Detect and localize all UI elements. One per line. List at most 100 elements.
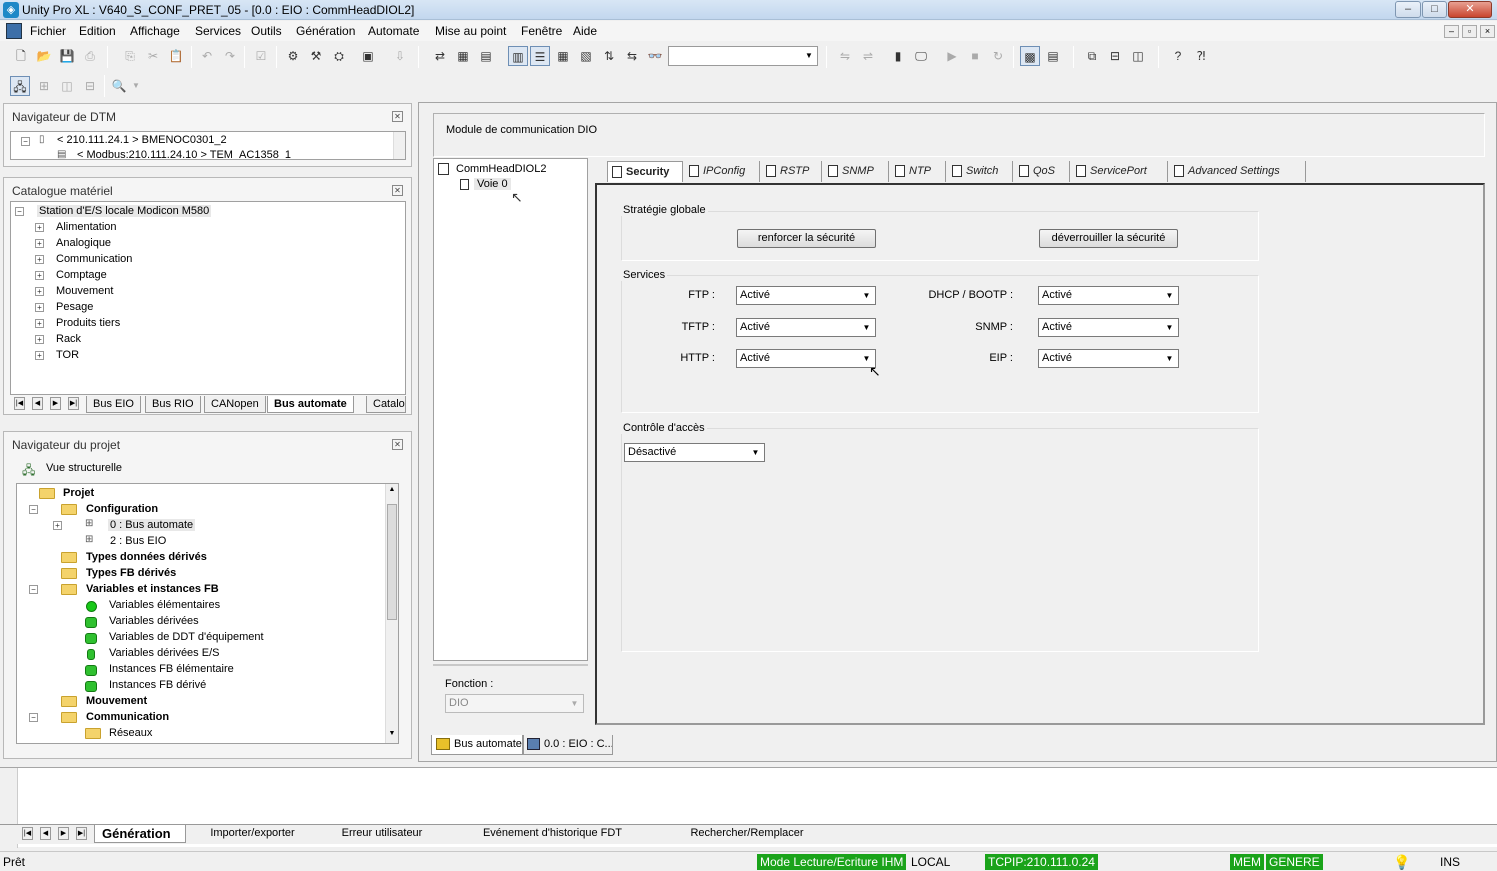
tree-variables[interactable]: Variables et instances FB: [86, 583, 219, 595]
tab-security[interactable]: Security: [607, 161, 683, 182]
monitor-icon[interactable]: 🖵: [911, 46, 931, 66]
run-icon[interactable]: ▶: [942, 46, 962, 66]
next-tab-icon[interactable]: ▶: [50, 397, 61, 410]
tab-switch[interactable]: Switch: [948, 161, 1013, 182]
catalog-root[interactable]: Station d'E/S locale Modicon M580: [37, 205, 212, 217]
last-tab-icon[interactable]: ▶|: [76, 827, 87, 840]
tree-projet[interactable]: Projet: [63, 487, 94, 499]
access-control-select[interactable]: Désactivé ▼: [624, 443, 765, 462]
ftp-select[interactable]: Activé ▼: [736, 286, 876, 305]
menu-services[interactable]: Services: [195, 24, 241, 38]
module-tree-root[interactable]: CommHeadDIOL2: [456, 163, 546, 175]
collapse-icon[interactable]: −: [21, 137, 30, 146]
tree-var-elem[interactable]: Variables élémentaires: [109, 599, 220, 611]
tree-inst-elem[interactable]: Instances FB élémentaire: [109, 663, 234, 675]
tab-rstp[interactable]: RSTP: [762, 161, 822, 182]
expand-icon[interactable]: +: [35, 239, 44, 248]
print-icon[interactable]: ⎙: [80, 46, 100, 66]
bus-icon[interactable]: ▤: [476, 46, 496, 66]
screen-icon[interactable]: ▣: [358, 46, 378, 66]
export-icon[interactable]: ⇩: [390, 46, 410, 66]
maximize-button[interactable]: □: [1422, 1, 1447, 18]
collapse-icon[interactable]: −: [15, 207, 24, 216]
help-icon[interactable]: ?: [1168, 46, 1188, 66]
init-icon[interactable]: ↻: [988, 46, 1008, 66]
tree-configuration[interactable]: Configuration: [86, 503, 158, 515]
validate-icon[interactable]: ☑: [251, 46, 271, 66]
output-tab-import-export[interactable]: Importer/exporter: [190, 827, 315, 839]
save-icon[interactable]: 💾: [57, 46, 77, 66]
window-tab-bus-automate[interactable]: Bus automate: [431, 735, 523, 755]
next-tab-icon[interactable]: ▶: [58, 827, 69, 840]
catalog-item[interactable]: TOR: [56, 349, 79, 361]
snmp-select[interactable]: Activé ▼: [1038, 318, 1179, 337]
context-help-icon[interactable]: ⁈: [1191, 46, 1211, 66]
output-tab-fdt-history[interactable]: Evénement d'historique FDT: [450, 827, 655, 839]
mdi-minimize-button[interactable]: –: [1444, 25, 1459, 38]
split-icon[interactable]: ◫: [57, 76, 77, 96]
tab-catalog[interactable]: Catalo: [366, 396, 406, 413]
expand-icon[interactable]: +: [35, 287, 44, 296]
collapse-icon[interactable]: −: [29, 505, 38, 514]
menu-fichier[interactable]: Fichier: [30, 24, 66, 38]
zoom-dropdown-icon[interactable]: ▼: [129, 76, 143, 96]
catalog-item[interactable]: Analogique: [56, 237, 111, 249]
tab-snmp[interactable]: SNMP: [824, 161, 889, 182]
grid-icon[interactable]: ▦: [453, 46, 473, 66]
tab-ntp[interactable]: NTP: [891, 161, 946, 182]
mdi-close-button[interactable]: ×: [1480, 25, 1495, 38]
project-tree-scrollbar[interactable]: ▲ ▼: [385, 484, 398, 743]
reinforce-security-button[interactable]: renforcer la sécurité: [737, 229, 876, 248]
tab-bus-automate[interactable]: Bus automate: [267, 396, 354, 413]
connect-icon[interactable]: ⇋: [835, 46, 855, 66]
unlock-security-button[interactable]: déverrouiller la sécurité: [1039, 229, 1178, 248]
catalog-item[interactable]: Communication: [56, 253, 132, 265]
close-panel-icon[interactable]: ✕: [392, 111, 403, 122]
rows-icon[interactable]: ⊟: [80, 76, 100, 96]
expand-icon[interactable]: +: [35, 271, 44, 280]
build-icon[interactable]: ⚒: [306, 46, 326, 66]
menu-generation[interactable]: Génération: [296, 24, 355, 38]
goto-icon[interactable]: ⇆: [622, 46, 642, 66]
first-tab-icon[interactable]: |◀: [22, 827, 33, 840]
tile-horizontal-icon[interactable]: ⊟: [1105, 46, 1125, 66]
tab-qos[interactable]: QoS: [1015, 161, 1070, 182]
catalog-item[interactable]: Comptage: [56, 269, 107, 281]
menu-mise-au-point[interactable]: Mise au point: [435, 24, 506, 38]
collapse-icon[interactable]: −: [29, 713, 38, 722]
tab-canopen[interactable]: CANopen: [204, 396, 266, 413]
output-tab-search-replace[interactable]: Rechercher/Remplacer: [662, 827, 832, 839]
close-button[interactable]: ✕: [1448, 1, 1492, 18]
search-combo[interactable]: ▼: [668, 46, 818, 66]
tree-bus-eio[interactable]: 2 : Bus EIO: [110, 535, 166, 547]
tree-var-ddt[interactable]: Variables de DDT d'équipement: [109, 631, 264, 643]
catalog-item[interactable]: Alimentation: [56, 221, 117, 233]
document-icon[interactable]: [6, 23, 22, 39]
library-icon[interactable]: ▧: [576, 46, 596, 66]
expand-icon[interactable]: +: [35, 351, 44, 360]
expand-icon[interactable]: +: [35, 223, 44, 232]
expand-icon[interactable]: +: [35, 255, 44, 264]
http-select[interactable]: Activé ▼: [736, 349, 876, 368]
tab-bus-rio[interactable]: Bus RIO: [145, 396, 201, 413]
tree-view-icon[interactable]: 🖧: [10, 76, 30, 96]
expand-icon[interactable]: +: [35, 319, 44, 328]
expand-icon[interactable]: +: [35, 303, 44, 312]
menu-automate[interactable]: Automate: [368, 24, 419, 38]
tree-var-es[interactable]: Variables dérivées E/S: [109, 647, 219, 659]
tree-reseaux[interactable]: Réseaux: [109, 727, 152, 739]
redo-icon[interactable]: ↷: [220, 46, 240, 66]
view-config-icon[interactable]: ▥: [508, 46, 528, 66]
tftp-select[interactable]: Activé ▼: [736, 318, 876, 337]
output-tab-user-error[interactable]: Erreur utilisateur: [322, 827, 442, 839]
dtm-item-noc[interactable]: < 210.111.24.1 > BMENOC0301_2: [57, 134, 227, 146]
zoom-icon[interactable]: 🔍: [109, 76, 129, 96]
output-tab-generation[interactable]: Génération: [94, 825, 186, 843]
prev-tab-icon[interactable]: ◀: [32, 397, 43, 410]
menu-aide[interactable]: Aide: [573, 24, 597, 38]
stop-icon[interactable]: ■: [965, 46, 985, 66]
menu-affichage[interactable]: Affichage: [130, 24, 180, 38]
tab-advanced-settings[interactable]: Advanced Settings: [1170, 161, 1306, 182]
new-file-icon[interactable]: 🗋: [11, 46, 31, 66]
rebuild-icon[interactable]: ⛭: [329, 46, 349, 66]
